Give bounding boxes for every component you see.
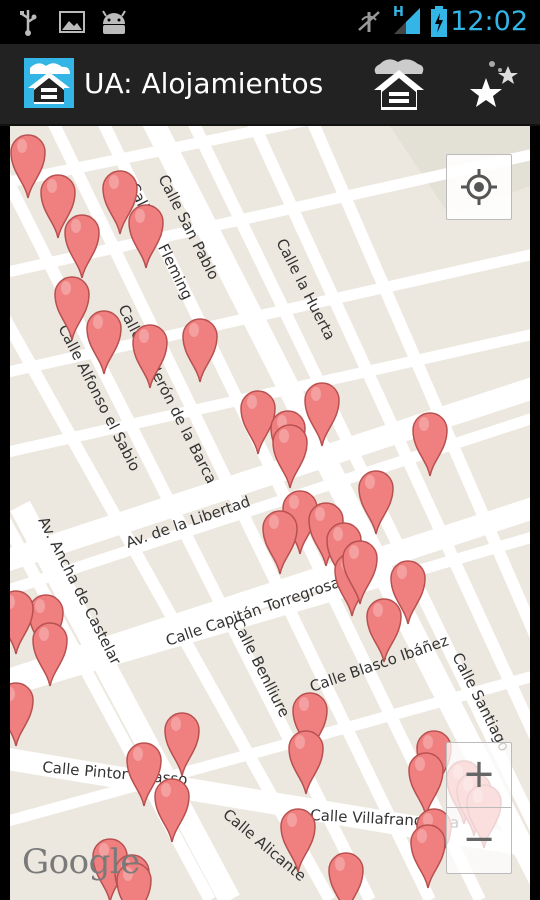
- signal-off-icon: [358, 11, 380, 32]
- map-view[interactable]: Calle San Pablo Calle Dr. Fleming Calle …: [10, 126, 530, 900]
- status-bar: H 12:02: [0, 0, 540, 44]
- zoom-controls: + −: [446, 742, 512, 874]
- android-icon: [102, 10, 126, 34]
- usb-icon: [20, 10, 37, 36]
- accommodation-marker[interactable]: [326, 848, 366, 900]
- accommodation-marker[interactable]: [84, 306, 124, 376]
- accommodation-marker[interactable]: [340, 536, 380, 606]
- accommodation-marker[interactable]: [10, 678, 36, 748]
- accommodation-marker[interactable]: [162, 708, 202, 778]
- accommodation-marker[interactable]: [278, 804, 318, 874]
- accommodation-marker[interactable]: [408, 820, 448, 890]
- house-app-icon[interactable]: [24, 58, 74, 108]
- crosshair-icon: [461, 169, 497, 205]
- my-location-button[interactable]: [446, 154, 512, 220]
- google-attribution-logo: Google: [22, 842, 140, 882]
- accommodation-marker[interactable]: [180, 314, 220, 384]
- image-icon: [59, 11, 85, 33]
- app-title: UA: Alojamientos: [84, 67, 324, 100]
- battery-charging-icon: [431, 6, 447, 37]
- clock: 12:02: [450, 6, 528, 37]
- accommodation-marker[interactable]: [270, 420, 310, 490]
- accommodation-marker[interactable]: [286, 726, 326, 796]
- accommodation-marker[interactable]: [126, 200, 166, 270]
- zoom-in-label: +: [462, 751, 496, 797]
- accommodation-marker[interactable]: [130, 320, 170, 390]
- accommodation-marker[interactable]: [62, 210, 102, 280]
- accommodation-marker[interactable]: [410, 408, 450, 478]
- zoom-out-label: −: [462, 816, 496, 862]
- accommodation-marker[interactable]: [10, 586, 36, 656]
- network-type-label: H: [393, 5, 404, 20]
- accommodation-marker[interactable]: [30, 618, 70, 688]
- stars-icon[interactable]: [466, 56, 524, 114]
- house-cloud-icon[interactable]: [370, 56, 428, 112]
- action-bar: UA: Alojamientos: [0, 44, 540, 126]
- zoom-in-button[interactable]: +: [447, 743, 511, 808]
- accommodation-marker[interactable]: [260, 506, 300, 576]
- accommodation-marker[interactable]: [152, 774, 192, 844]
- zoom-out-button[interactable]: −: [447, 808, 511, 872]
